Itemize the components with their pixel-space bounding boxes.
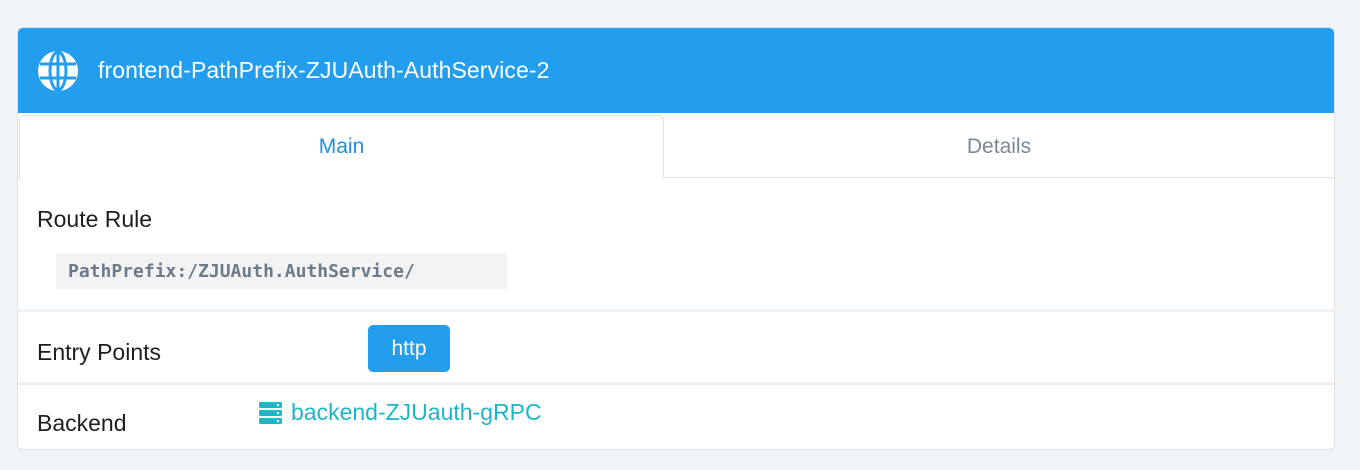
entry-points-label: Entry Points xyxy=(37,339,161,365)
tab-bar: Main Details xyxy=(18,113,1334,179)
backend-link[interactable]: backend-ZJUauth-gRPC xyxy=(258,399,542,426)
route-rule-row: Route Rule PathPrefix:/ZJUAuth.AuthServi… xyxy=(18,178,1334,312)
server-icon xyxy=(258,400,283,425)
entry-point-badge: http xyxy=(368,325,450,372)
tab-main[interactable]: Main xyxy=(19,115,664,179)
card-header: frontend-PathPrefix-ZJUAuth-AuthService-… xyxy=(18,28,1334,113)
frontend-card: frontend-PathPrefix-ZJUAuth-AuthService-… xyxy=(17,27,1335,450)
backend-label: Backend xyxy=(37,410,127,436)
route-rule-label: Route Rule xyxy=(37,206,153,232)
backend-name: backend-ZJUauth-gRPC xyxy=(291,399,542,425)
route-rule-value: PathPrefix:/ZJUAuth.AuthService/ xyxy=(56,253,507,289)
tab-details[interactable]: Details xyxy=(664,115,1334,178)
backend-row: Backend backend-ZJUauth-gRPC xyxy=(18,388,1334,449)
entry-points-row: Entry Points http xyxy=(18,315,1334,385)
globe-icon xyxy=(37,50,79,92)
frontend-title: frontend-PathPrefix-ZJUAuth-AuthService-… xyxy=(98,57,550,83)
